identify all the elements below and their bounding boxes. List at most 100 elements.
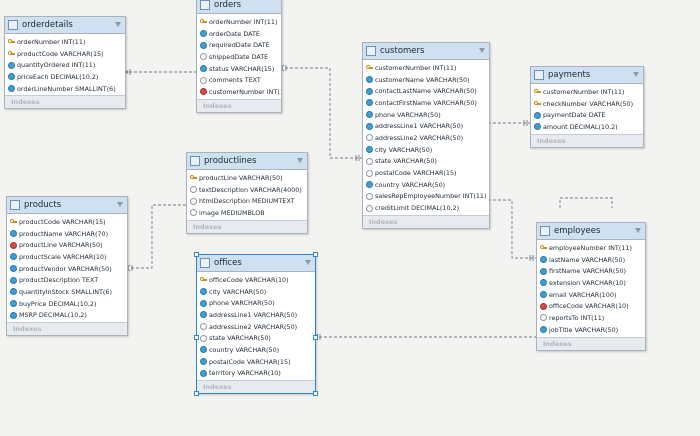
resize-handle-top-right[interactable] — [313, 252, 318, 257]
resize-handle-bottom-left[interactable] — [194, 391, 199, 397]
column-row[interactable]: image MEDIUMBLOB — [187, 207, 307, 219]
column-row[interactable]: addressLine2 VARCHAR(50) — [363, 132, 489, 144]
table-header[interactable]: orderdetails — [5, 17, 125, 34]
indexes-section[interactable]: Indexes — [537, 336, 645, 350]
column-row[interactable]: firstName VARCHAR(50) — [537, 265, 645, 277]
column-row[interactable]: phone VARCHAR(50) — [363, 109, 489, 121]
column-row[interactable]: phone VARCHAR(50) — [197, 297, 315, 309]
column-row[interactable]: productLine VARCHAR(50) — [187, 172, 307, 184]
resize-handle-top-left[interactable] — [194, 252, 199, 257]
column-row[interactable]: jobTitle VARCHAR(50) — [537, 324, 645, 336]
table-header[interactable]: employees — [537, 223, 645, 240]
table-header[interactable]: offices — [197, 255, 315, 272]
collapse-arrow-icon[interactable] — [633, 72, 639, 77]
column-row[interactable]: reportsTo INT(11) — [537, 312, 645, 324]
column-row[interactable]: htmlDescription MEDIUMTEXT — [187, 195, 307, 207]
column-row[interactable]: lastName VARCHAR(50) — [537, 254, 645, 266]
collapse-arrow-icon[interactable] — [305, 260, 311, 265]
column-row[interactable]: orderNumber INT(11) — [197, 16, 281, 28]
table-header[interactable]: customers — [363, 43, 489, 60]
column-row[interactable]: addressLine2 VARCHAR(50) — [197, 321, 315, 333]
table-header[interactable]: productlines — [187, 153, 307, 170]
indexes-section[interactable]: Indexes — [197, 380, 315, 394]
column-row[interactable]: orderLineNumber SMALLINT(6) — [5, 83, 125, 95]
indexes-section[interactable]: Indexes — [5, 95, 125, 109]
table-header[interactable]: orders — [197, 0, 281, 14]
column-row[interactable]: contactLastName VARCHAR(50) — [363, 85, 489, 97]
table-header[interactable]: payments — [531, 67, 643, 84]
table-icon — [366, 46, 376, 56]
column-row[interactable]: requiredDate DATE — [197, 39, 281, 51]
column-row[interactable]: postalCode VARCHAR(15) — [363, 167, 489, 179]
collapse-arrow-icon[interactable] — [297, 158, 303, 163]
column-row[interactable]: checkNumber VARCHAR(50) — [531, 98, 643, 110]
resize-handle-middle-right[interactable] — [313, 335, 318, 340]
column-row[interactable]: customerNumber INT(11) — [197, 86, 281, 98]
column-row[interactable]: customerNumber INT(11) — [531, 86, 643, 98]
column-row[interactable]: productVendor VARCHAR(50) — [7, 263, 127, 275]
resize-handle-bottom-right[interactable] — [313, 391, 318, 397]
not-null-dot-icon — [200, 288, 207, 296]
collapse-arrow-icon[interactable] — [115, 22, 121, 27]
column-row[interactable]: city VARCHAR(50) — [197, 286, 315, 298]
column-row[interactable]: addressLine1 VARCHAR(50) — [363, 120, 489, 132]
column-row[interactable]: country VARCHAR(50) — [197, 344, 315, 356]
table-payments[interactable]: payments customerNumber INT(11) checkNumb… — [530, 66, 644, 148]
column-row[interactable]: contactFirstName VARCHAR(50) — [363, 97, 489, 109]
collapse-arrow-icon[interactable] — [117, 202, 123, 207]
table-customers[interactable]: customers customerNumber INT(11) customer… — [362, 42, 490, 229]
column-row[interactable]: productLine VARCHAR(50) — [7, 239, 127, 251]
column-row[interactable]: buyPrice DECIMAL(10,2) — [7, 298, 127, 310]
column-row[interactable]: orderNumber INT(11) — [5, 36, 125, 48]
key-icon — [8, 38, 15, 45]
column-row[interactable]: state VARCHAR(50) — [197, 332, 315, 344]
table-offices[interactable]: offices officeCode VARCHAR(10) city VARCH… — [194, 252, 318, 397]
table-orders[interactable]: orders orderNumber INT(11) orderDate DATE… — [196, 0, 282, 113]
indexes-section[interactable]: Indexes — [7, 322, 127, 336]
column-row[interactable]: email VARCHAR(100) — [537, 289, 645, 301]
column-row[interactable]: territory VARCHAR(10) — [197, 368, 315, 380]
table-orderdetails[interactable]: orderdetails orderNumber INT(11) productC… — [4, 16, 126, 110]
column-row[interactable]: salesRepEmployeeNumber INT(11) — [363, 191, 489, 203]
column-row[interactable]: priceEach DECIMAL(10,2) — [5, 71, 125, 83]
column-row[interactable]: productScale VARCHAR(10) — [7, 251, 127, 263]
column-row[interactable]: city VARCHAR(50) — [363, 144, 489, 156]
column-row[interactable]: customerName VARCHAR(50) — [363, 74, 489, 86]
column-row[interactable]: status VARCHAR(15) — [197, 63, 281, 75]
column-row[interactable]: paymentDate DATE — [531, 109, 643, 121]
column-row[interactable]: productCode VARCHAR(15) — [5, 48, 125, 60]
column-row[interactable]: productDescription TEXT — [7, 274, 127, 286]
column-row[interactable]: productCode VARCHAR(15) — [7, 216, 127, 228]
column-row[interactable]: addressLine1 VARCHAR(50) — [197, 309, 315, 321]
er-diagram-canvas[interactable]: orderdetails orderNumber INT(11) productC… — [0, 0, 700, 436]
column-row[interactable]: customerNumber INT(11) — [363, 62, 489, 74]
column-row[interactable]: officeCode VARCHAR(10) — [537, 300, 645, 312]
column-row[interactable]: extension VARCHAR(10) — [537, 277, 645, 289]
column-row[interactable]: productName VARCHAR(70) — [7, 228, 127, 240]
resize-handle-middle-left[interactable] — [194, 335, 199, 340]
column-row[interactable]: country VARCHAR(50) — [363, 179, 489, 191]
column-row[interactable]: quantityOrdered INT(11) — [5, 59, 125, 71]
indexes-section[interactable]: Indexes — [531, 133, 643, 147]
column-row[interactable]: employeeNumber INT(11) — [537, 242, 645, 254]
column-row[interactable]: MSRP DECIMAL(10,2) — [7, 310, 127, 322]
column-row[interactable]: postalCode VARCHAR(15) — [197, 356, 315, 368]
column-row[interactable]: textDescription VARCHAR(4000) — [187, 184, 307, 196]
column-row[interactable]: shippedDate DATE — [197, 51, 281, 63]
column-row[interactable]: state VARCHAR(50) — [363, 156, 489, 168]
indexes-section[interactable]: Indexes — [197, 98, 281, 112]
collapse-arrow-icon[interactable] — [479, 48, 485, 53]
indexes-section[interactable]: Indexes — [187, 219, 307, 233]
table-productlines[interactable]: productlines productLine VARCHAR(50) text… — [186, 152, 308, 234]
column-row[interactable]: comments TEXT — [197, 74, 281, 86]
indexes-section[interactable]: Indexes — [363, 214, 489, 228]
table-products[interactable]: products productCode VARCHAR(15) productN… — [6, 196, 128, 337]
collapse-arrow-icon[interactable] — [635, 228, 641, 233]
column-row[interactable]: orderDate DATE — [197, 28, 281, 40]
table-header[interactable]: products — [7, 197, 127, 214]
column-row[interactable]: quantityInStock SMALLINT(6) — [7, 286, 127, 298]
column-row[interactable]: officeCode VARCHAR(10) — [197, 274, 315, 286]
table-employees[interactable]: employees employeeNumber INT(11) lastName… — [536, 222, 646, 351]
column-row[interactable]: creditLimit DECIMAL(10,2) — [363, 202, 489, 214]
column-row[interactable]: amount DECIMAL(10,2) — [531, 121, 643, 133]
